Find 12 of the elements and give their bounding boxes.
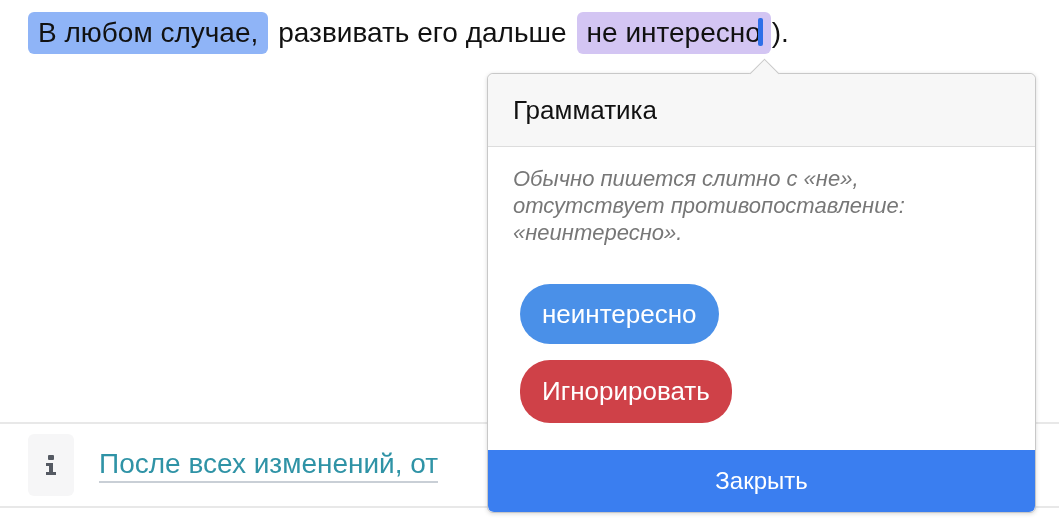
info-icon: [46, 455, 56, 475]
highlighted-phrase[interactable]: В любом случае,: [28, 12, 269, 54]
popover-title: Грамматика: [513, 94, 657, 126]
ignore-button[interactable]: Игнорировать: [520, 360, 732, 423]
suggestion-button[interactable]: неинтересно: [520, 284, 719, 344]
sentence-text: развивать его дальше: [278, 16, 567, 50]
sentence-text: ).: [771, 16, 789, 50]
highlighted-phrase[interactable]: не интересно: [576, 12, 771, 54]
explanation-text: Обычно пишется слитно с «не», отсутствует противопоставление: «неинтересно».: [512, 165, 906, 246]
info-button[interactable]: [28, 434, 74, 496]
close-button[interactable]: Закрыть: [488, 450, 1035, 512]
notice-link[interactable]: После всех изменений, от: [99, 447, 439, 483]
